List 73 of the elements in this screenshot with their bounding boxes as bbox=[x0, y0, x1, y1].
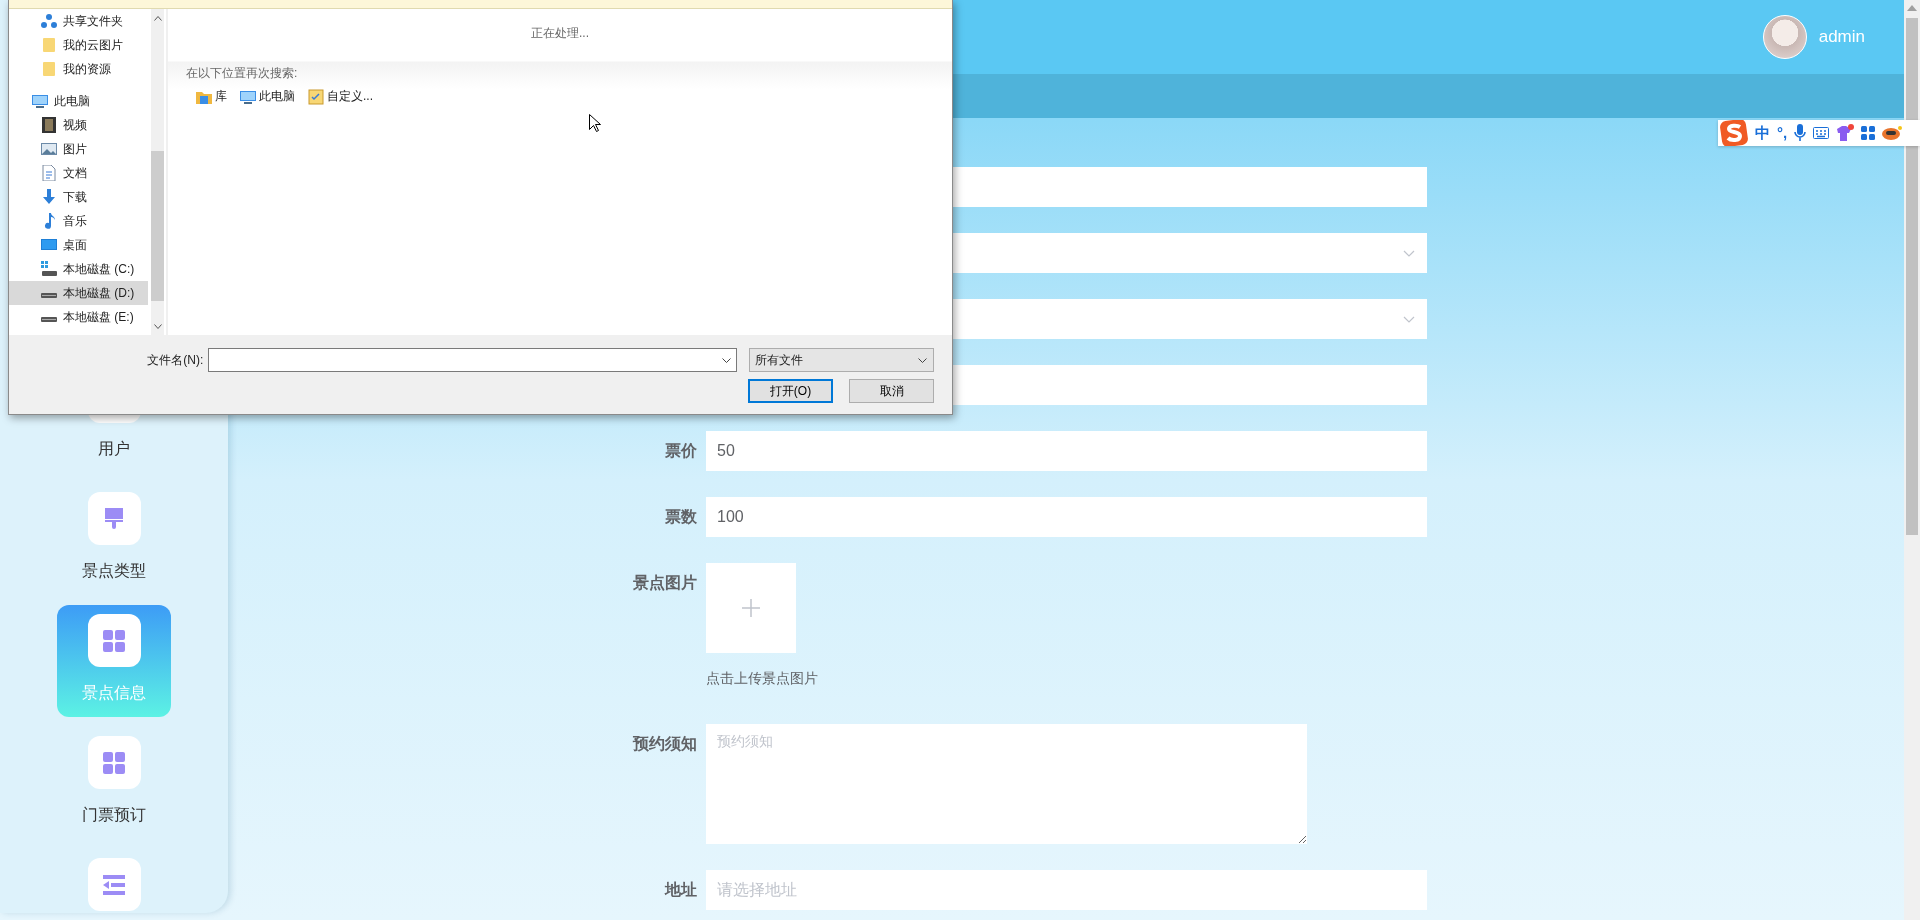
image-icon bbox=[41, 141, 57, 157]
nav-item[interactable]: 本地磁盘 (D:) bbox=[9, 281, 148, 305]
drive-icon bbox=[41, 293, 57, 299]
film-icon bbox=[41, 117, 57, 133]
nav-item[interactable]: 视频 bbox=[9, 113, 148, 137]
shirt-icon[interactable] bbox=[1836, 124, 1855, 142]
punctuation-toggle[interactable]: °, bbox=[1777, 123, 1788, 143]
desktop-icon bbox=[41, 237, 57, 253]
nav-item[interactable]: 下载 bbox=[9, 185, 148, 209]
scrollbar-thumb[interactable] bbox=[1906, 18, 1918, 535]
document-icon bbox=[41, 165, 57, 181]
open-button[interactable]: 打开(O) bbox=[748, 379, 833, 403]
scrollbar-thumb[interactable] bbox=[151, 151, 164, 301]
text-area[interactable]: 预约须知 bbox=[706, 724, 1307, 844]
avatar[interactable] bbox=[1762, 15, 1807, 59]
computer-icon bbox=[32, 93, 48, 109]
field-label: 票数 bbox=[665, 507, 697, 527]
location-link[interactable]: 自定义... bbox=[308, 88, 373, 105]
folder-icon bbox=[41, 61, 57, 77]
chevron-down-icon bbox=[722, 357, 732, 363]
scroll-down-icon[interactable] bbox=[154, 324, 162, 329]
chevron-down-icon bbox=[918, 357, 927, 363]
input-mode-toggle[interactable]: 中 bbox=[1755, 123, 1770, 143]
field-label: 票价 bbox=[665, 441, 697, 461]
sogou-logo-icon[interactable] bbox=[1720, 120, 1748, 146]
location-link[interactable]: 此电脑 bbox=[240, 88, 295, 105]
nav-item[interactable]: 我的云图片 bbox=[9, 33, 148, 57]
nav-item[interactable]: 共享文件夹 bbox=[9, 9, 148, 33]
field-label: 地址 bbox=[665, 880, 697, 900]
plus-icon bbox=[742, 599, 760, 617]
field-label: 预约须知 bbox=[633, 734, 697, 754]
apps-icon[interactable] bbox=[1861, 126, 1876, 140]
menu-fold-icon bbox=[103, 874, 125, 895]
input-field[interactable]: 50 bbox=[706, 431, 1427, 471]
folder-icon bbox=[41, 37, 57, 53]
field-label: 文件名(N): bbox=[146, 351, 204, 369]
mouse-cursor-icon bbox=[589, 114, 601, 132]
scroll-up-icon[interactable] bbox=[1907, 5, 1917, 11]
scrollbar[interactable] bbox=[151, 9, 164, 335]
nav-item[interactable]: 本地磁盘 (E:) bbox=[9, 305, 148, 329]
nav-item[interactable]: 此电脑 bbox=[9, 89, 148, 113]
nav-item[interactable]: 本地磁盘 (C:) bbox=[9, 257, 148, 281]
field-label: 景点图片 bbox=[633, 573, 697, 593]
cancel-button[interactable]: 取消 bbox=[849, 379, 934, 403]
nav-item[interactable]: 音乐 bbox=[9, 209, 148, 233]
microphone-icon[interactable] bbox=[1794, 124, 1807, 142]
input-field[interactable]: 请选择地址 bbox=[706, 870, 1427, 910]
nav-item[interactable]: 桌面 bbox=[9, 233, 148, 257]
upload-hint: 点击上传景点图片 bbox=[706, 669, 818, 687]
nav-item[interactable]: 文档 bbox=[9, 161, 148, 185]
status-text: 正在处理... bbox=[531, 26, 589, 40]
drive-icon bbox=[41, 261, 57, 277]
keyboard-icon[interactable] bbox=[1813, 127, 1830, 139]
sidebar-item[interactable]: 门票预订 bbox=[57, 727, 171, 839]
drive-icon bbox=[41, 317, 57, 323]
scroll-up-icon[interactable] bbox=[154, 16, 162, 21]
nav-item[interactable]: 我的资源 bbox=[9, 57, 148, 81]
grid-icon bbox=[103, 629, 125, 652]
filename-field[interactable] bbox=[208, 348, 738, 372]
chevron-down-icon bbox=[1403, 315, 1415, 323]
computer-icon bbox=[240, 88, 256, 105]
sidebar-item[interactable]: 景点类型 bbox=[57, 483, 171, 595]
grid-icon bbox=[103, 751, 125, 774]
share-icon bbox=[41, 13, 57, 29]
file-type-dropdown[interactable]: 所有文件 bbox=[749, 348, 934, 372]
location-link[interactable]: 库 bbox=[196, 88, 227, 105]
folder-check-icon bbox=[308, 88, 324, 105]
nav-item[interactable]: 图片 bbox=[9, 137, 148, 161]
input-field[interactable]: 100 bbox=[706, 497, 1427, 537]
search-again-label: 在以下位置再次搜索: bbox=[186, 65, 298, 82]
brush-icon bbox=[104, 506, 124, 531]
chevron-down-icon bbox=[1403, 249, 1415, 257]
download-icon bbox=[41, 189, 57, 205]
